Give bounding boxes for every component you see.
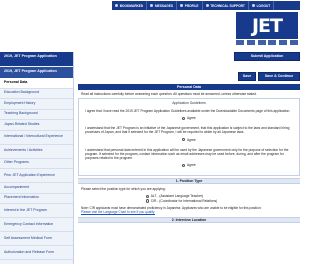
sidebar-item[interactable]: Placement Information — [0, 194, 73, 204]
sidebar-item[interactable]: Authorization and Release Form — [0, 246, 73, 260]
agree-radio-2[interactable] — [182, 138, 186, 142]
language-chart-link[interactable]: Please visit the Language Chart to see i… — [81, 210, 155, 214]
agree-option-3[interactable]: Agree — [85, 163, 293, 167]
nav-logout-label: LOGOUT — [256, 3, 271, 8]
guidelines-paragraph-1: I agree that I have read the 2019 JET Pr… — [85, 109, 291, 113]
submit-bar: Submit Application — [78, 52, 300, 62]
sidebar-item[interactable]: Teaching Background — [0, 110, 73, 120]
sidebar-item[interactable]: Emergency Contact Information — [0, 218, 73, 232]
sidebar-item[interactable]: Interest in the JET Program — [0, 204, 73, 218]
cir-label: CIR - (Coordinator for International Rel… — [150, 198, 218, 203]
sidebar-item[interactable]: Prior JET Application Experience — [0, 169, 73, 183]
sidebar-item[interactable]: Employment History — [0, 99, 73, 110]
header: BOOKMARKED MESSAGES PROFILE TECHNICAL SU… — [0, 0, 300, 50]
main-content: Submit Application Save Save & Continue … — [78, 52, 300, 264]
cir-radio[interactable] — [146, 199, 150, 203]
profile-icon — [180, 3, 184, 8]
save-button[interactable]: Save — [238, 72, 256, 81]
agree-radio-1[interactable] — [182, 116, 186, 120]
support-icon — [205, 3, 209, 8]
alt-radio[interactable] — [146, 194, 150, 199]
form-toolbar: Save Save & Continue — [78, 72, 300, 82]
position-options: ALT - (Assistant Language Teacher) CIR -… — [78, 192, 300, 205]
agree-label-1: Agree — [186, 116, 196, 121]
nav-logout[interactable]: LOGOUT — [249, 1, 275, 10]
guidelines-panel: Application Guidelines I agree that I ha… — [78, 98, 300, 177]
nav-profile[interactable]: PROFILE — [177, 1, 203, 10]
sidebar-title: 2019, JET Program Application — [0, 52, 73, 66]
cir-note: Note: CIR applicants must have demonstra… — [78, 205, 300, 215]
nav-messages[interactable]: MESSAGES — [147, 1, 178, 10]
instructions-notice: Read all instructions carefully before a… — [81, 92, 257, 96]
sidebar-item[interactable]: International / Intercultural Experience — [0, 131, 73, 145]
sidebar-item[interactable]: Achievements / Activities — [0, 145, 73, 159]
nav-support-label: TECHNICAL SUPPORT — [210, 3, 245, 8]
agree-label-3: Agree — [186, 163, 196, 168]
jet-logo: JET — [236, 12, 298, 39]
interview-location-header: 2. Interview Location — [78, 217, 300, 224]
sidebar-item[interactable]: Education Background — [0, 89, 73, 99]
message-icon — [150, 3, 154, 8]
nav-bookmarked-label: BOOKMARKED — [119, 3, 144, 8]
guidelines-title: Application Guidelines — [172, 101, 206, 105]
position-option-cir[interactable]: CIR - (Coordinator for International Rel… — [146, 199, 300, 204]
logo-subtitle — [236, 40, 298, 45]
sidebar-section-header: 2019, JET Program Application — [0, 67, 73, 78]
nav-support[interactable]: TECHNICAL SUPPORT — [203, 1, 249, 10]
guidelines-paragraph-2: I understand that the JET Program is an … — [85, 126, 290, 135]
sidebar-item[interactable]: Self Assessment Medical Form — [0, 232, 73, 246]
logout-icon — [251, 3, 256, 8]
bookmark-icon — [115, 3, 119, 8]
sidebar: 2019, JET Program Application 2019, JET … — [0, 52, 74, 264]
top-nav: BOOKMARKED MESSAGES PROFILE TECHNICAL SU… — [112, 1, 300, 10]
nav-profile-label: PROFILE — [184, 3, 199, 8]
agree-radio-3[interactable] — [182, 163, 186, 167]
agree-option-1[interactable]: Agree — [85, 116, 293, 120]
save-continue-button[interactable]: Save & Continue — [258, 72, 300, 81]
sidebar-item[interactable]: Personal Data — [0, 78, 73, 89]
agree-label-2: Agree — [186, 137, 196, 142]
nav-messages-label: MESSAGES — [154, 3, 174, 8]
position-type-header: 1. Position Type — [78, 178, 300, 185]
sidebar-item[interactable]: Other Programs — [0, 159, 73, 169]
submit-application-button[interactable]: Submit Application — [234, 52, 300, 61]
agree-option-2[interactable]: Agree — [85, 138, 293, 142]
sidebar-item[interactable]: Japan-Related Studies — [0, 120, 73, 131]
guidelines-paragraph-3: I understand that personal data entered … — [85, 147, 289, 161]
sidebar-item[interactable]: Accompaniment — [0, 183, 73, 194]
nav-bookmarked[interactable]: BOOKMARKED — [112, 1, 148, 10]
sidebar-items: Personal Data Education Background Employm… — [0, 78, 73, 260]
